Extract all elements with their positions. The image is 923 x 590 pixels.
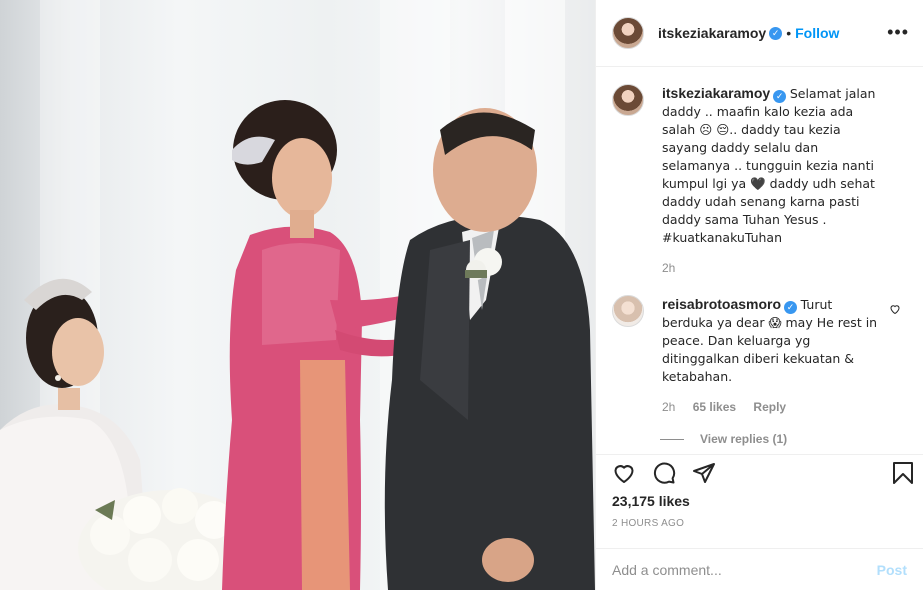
author-avatar[interactable]: [612, 17, 644, 49]
caption-meta: 2h: [662, 259, 884, 277]
replies-line-divider: [660, 438, 684, 440]
more-horizontal-icon[interactable]: •••: [887, 22, 909, 43]
father-figure: [384, 108, 595, 590]
post-header: itskeziakaramoy ✓ • Follow •••: [596, 0, 923, 67]
comment-composer: Post: [596, 548, 923, 590]
separator-dot: •: [786, 25, 792, 41]
caption: itskeziakaramoy ✓ Selamat jalan daddy .. …: [612, 84, 907, 277]
likes-count[interactable]: 23,175 likes: [612, 493, 690, 509]
post-sidebar: itskeziakaramoy ✓ • Follow ••• itskeziak…: [595, 0, 923, 590]
comment-like-heart-icon[interactable]: [889, 303, 901, 315]
verified-badge-icon: ✓: [784, 301, 798, 314]
caption-time[interactable]: 2h: [662, 261, 675, 275]
post-comment-button[interactable]: Post: [877, 562, 907, 578]
verified-badge-icon: ✓: [773, 90, 787, 103]
comment-meta: 2h 65 likes Reply: [662, 398, 884, 416]
action-bar: [596, 454, 923, 492]
comment-time[interactable]: 2h: [662, 400, 675, 414]
view-replies-label: View replies (1): [700, 432, 788, 446]
verified-badge-icon: ✓: [769, 26, 783, 40]
caption-text: Selamat jalan daddy .. maafin kalo kezia…: [662, 86, 876, 227]
author-username[interactable]: itskeziakaramoy: [658, 25, 766, 41]
reply-button[interactable]: Reply: [753, 400, 786, 414]
comments-list[interactable]: itskeziakaramoy ✓ Selamat jalan daddy .. …: [596, 68, 923, 448]
comment: reisabrotoasmoro ✓ Turut berduka ya dear …: [612, 295, 907, 416]
caption-avatar[interactable]: [612, 84, 644, 116]
caption-hashtag[interactable]: #kuatkanakuTuhan: [662, 230, 782, 245]
paper-plane-icon[interactable]: [692, 461, 716, 485]
commenter-avatar[interactable]: [612, 295, 644, 327]
instagram-post-view: itskeziakaramoy ✓ • Follow ••• itskeziak…: [0, 0, 923, 590]
view-replies-button[interactable]: View replies (1): [660, 432, 907, 446]
add-comment-input[interactable]: [612, 561, 852, 578]
comment-username[interactable]: reisabrotoasmoro: [662, 296, 781, 312]
header-user-row: itskeziakaramoy ✓ • Follow: [658, 25, 839, 41]
comment-icon[interactable]: [652, 461, 676, 485]
heart-icon[interactable]: [612, 461, 636, 485]
post-photo[interactable]: [0, 0, 595, 590]
follow-button[interactable]: Follow: [795, 25, 839, 41]
comment-likes[interactable]: 65 likes: [693, 400, 736, 414]
caption-text-block: itskeziakaramoy ✓ Selamat jalan daddy .. …: [662, 84, 884, 277]
photo-illustration: [0, 100, 595, 590]
comment-text-block: reisabrotoasmoro ✓ Turut berduka ya dear …: [662, 295, 884, 416]
bookmark-icon[interactable]: [892, 461, 914, 485]
post-timestamp[interactable]: 2 HOURS AGO: [612, 518, 684, 529]
caption-username[interactable]: itskeziakaramoy: [662, 85, 770, 101]
